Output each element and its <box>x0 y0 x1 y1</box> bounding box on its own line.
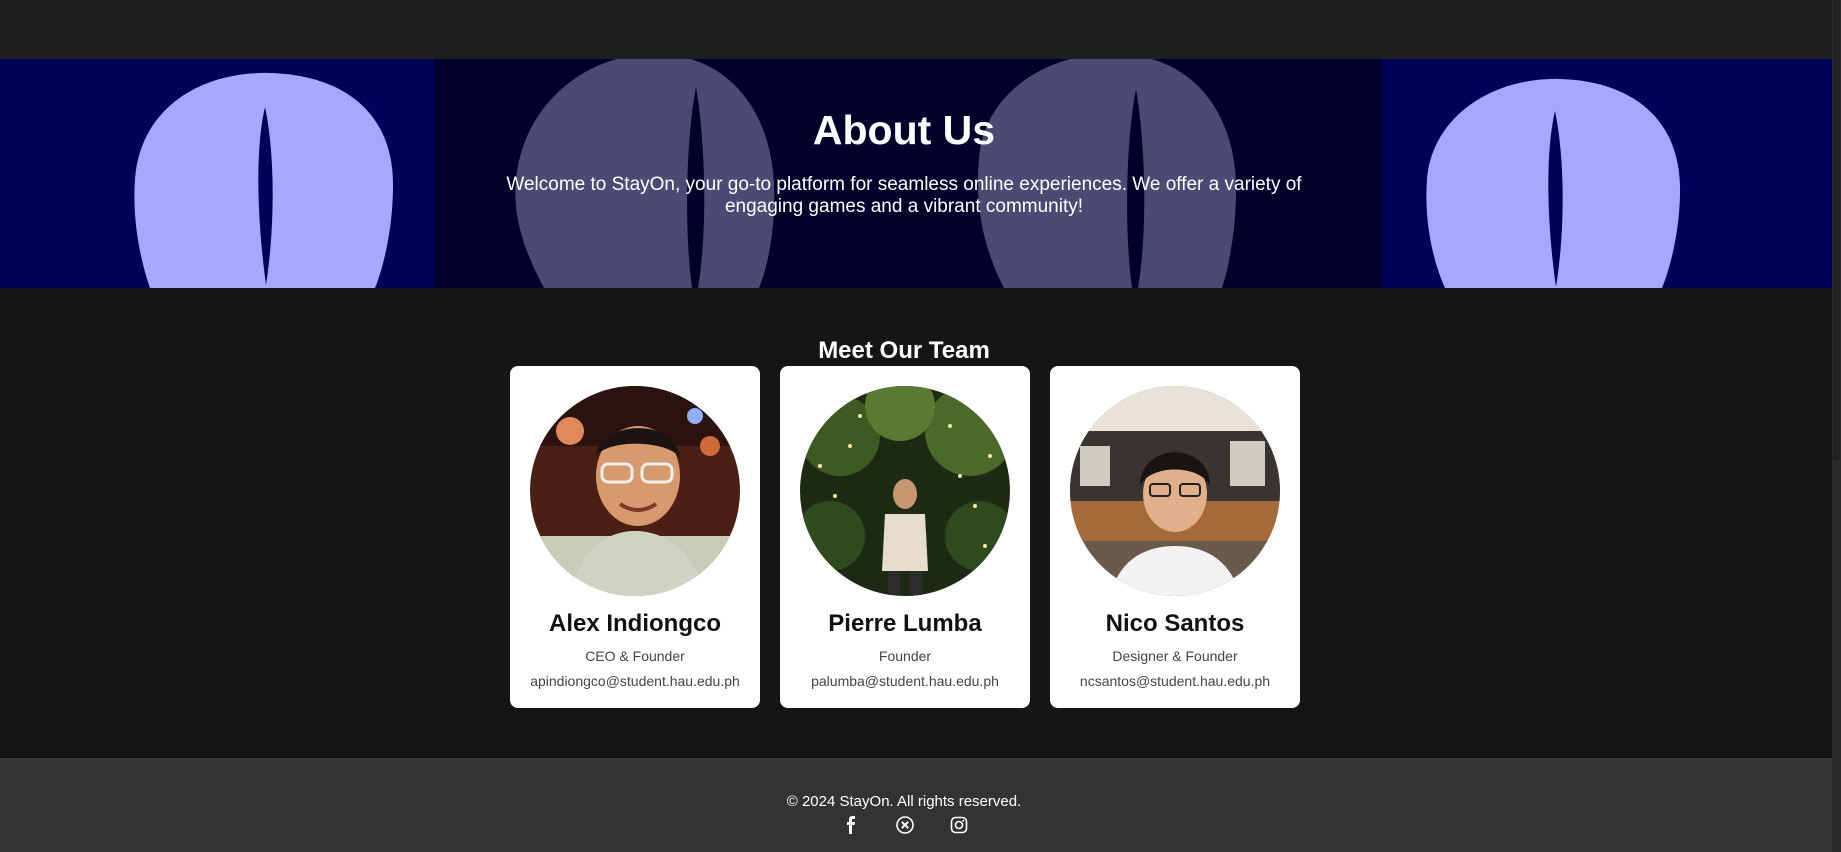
footer: © 2024 StayOn. All rights reserved. <box>0 758 1832 852</box>
team-member-name: Pierre Lumba <box>828 610 982 637</box>
team-member-email: ncsantos@student.hau.edu.ph <box>1079 673 1271 689</box>
team-member-name: Alex Indiongco <box>548 610 721 637</box>
team-member-email: apindiongco@student.hau.edu.ph <box>530 673 740 689</box>
scrollbar[interactable] <box>1832 0 1841 852</box>
page: About Us Welcome to StayOn, your go-to p… <box>0 0 1841 852</box>
about-description: Welcome to StayOn, your go-to platform f… <box>506 174 1302 217</box>
page-title: About Us <box>812 107 996 153</box>
scrollbar-thumb[interactable] <box>1833 0 1840 460</box>
team-card: Nico Santos Designer & Founder ncsantos@… <box>1050 366 1300 708</box>
team-card: Alex Indiongco CEO & Founder apindiongco… <box>510 366 760 708</box>
team-member-photo <box>1070 386 1280 596</box>
copyright-text: © 2024 StayOn. All rights reserved. <box>786 793 1022 810</box>
team-card: Pierre Lumba Founder palumba@student.hau… <box>780 366 1030 708</box>
top-navbar <box>0 0 1832 59</box>
x-icon[interactable] <box>894 814 916 836</box>
about-hero: About Us Welcome to StayOn, your go-to p… <box>0 59 1832 288</box>
team-heading: Meet Our Team <box>818 337 990 364</box>
instagram-icon[interactable] <box>948 814 970 836</box>
team-member-role: Designer & Founder <box>1112 648 1238 664</box>
team-member-role: Founder <box>878 648 932 664</box>
team-member-email: palumba@student.hau.edu.ph <box>811 673 999 689</box>
team-member-role: CEO & Founder <box>585 648 685 664</box>
team-member-name: Nico Santos <box>1105 610 1245 637</box>
team-member-photo <box>800 386 1010 596</box>
team-member-photo <box>530 386 740 596</box>
facebook-icon[interactable] <box>840 814 862 836</box>
